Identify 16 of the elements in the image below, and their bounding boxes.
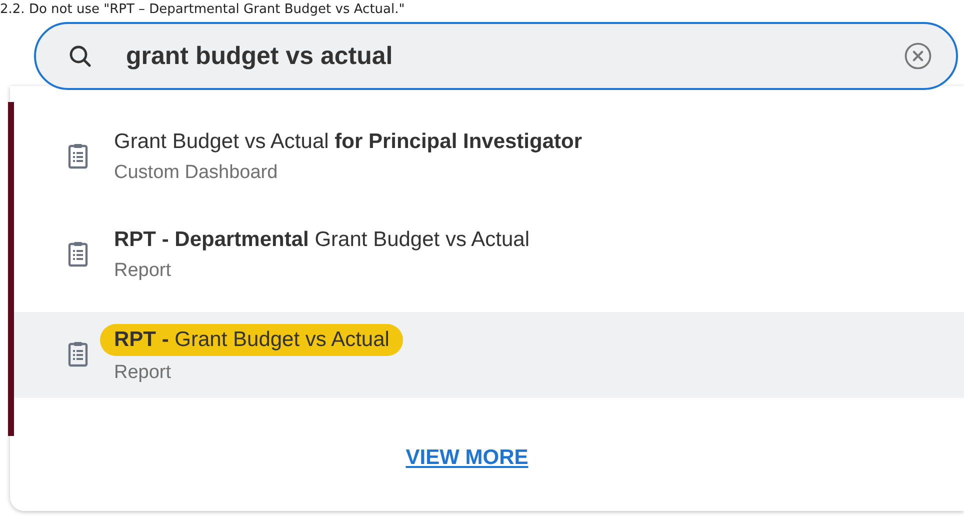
result-type: Report <box>114 362 172 384</box>
result-title: RPT - Departmental Grant Budget vs Actual <box>114 227 530 253</box>
instruction-text: 2.2. Do not use "RPT – Departmental Grant Budget vs Actual." <box>0 1 406 19</box>
view-more-link[interactable]: VIEW MORE <box>406 446 528 470</box>
search-icon <box>68 44 92 68</box>
clipboard-list-icon <box>68 341 88 367</box>
search-field[interactable]: grant budget vs actual <box>34 22 958 90</box>
result-title: Grant Budget vs Actual for Principal Investigator <box>114 129 582 155</box>
result-item[interactable]: RPT - Departmental Grant Budget vs Actual Report <box>10 214 964 294</box>
clipboard-list-icon <box>68 143 88 169</box>
result-type: Custom Dashboard <box>114 162 278 184</box>
result-item[interactable]: Grant Budget vs Actual for Principal Investigator Custom Dashboard <box>10 116 964 196</box>
result-type: Report <box>114 260 172 282</box>
clipboard-list-icon <box>68 241 88 267</box>
clear-icon[interactable] <box>904 42 932 70</box>
result-title: RPT - Grant Budget vs Actual <box>100 324 404 356</box>
